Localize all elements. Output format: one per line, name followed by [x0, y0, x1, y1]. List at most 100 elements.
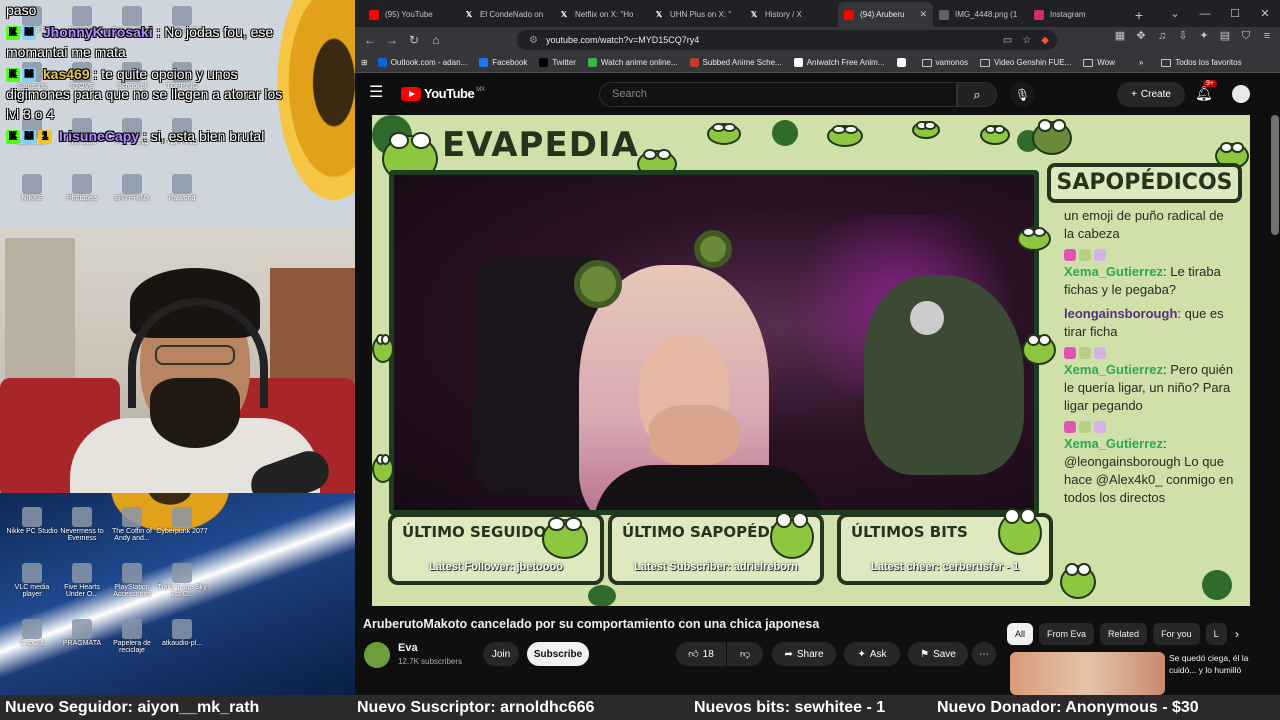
cast-icon[interactable]: ▭: [1003, 35, 1012, 46]
bookmark-item[interactable]: Aniwatch Free Anim...: [793, 58, 885, 67]
minimize-button[interactable]: —: [1190, 0, 1220, 27]
bookmark-item[interactable]: Video Genshin FUE...: [979, 58, 1071, 67]
shield-icon[interactable]: ⛉: [1239, 29, 1253, 43]
pin-icon: [896, 58, 906, 67]
browser-tab[interactable]: 𝕏 El CondeNado on: [458, 2, 553, 27]
back-icon[interactable]: ←: [359, 29, 381, 51]
desktop-shortcut[interactable]: Cyberpunk 2077: [156, 507, 208, 535]
search-input[interactable]: Search: [599, 82, 957, 107]
app-icon: [22, 563, 42, 583]
filter-chip[interactable]: Related: [1100, 623, 1148, 645]
browser-tab[interactable]: (94) Aruberu ✕: [838, 2, 933, 27]
desktop-shortcut[interactable]: Photopea: [56, 174, 108, 202]
browser-tab[interactable]: (95) YouTube: [363, 2, 458, 27]
close-tab-icon[interactable]: ✕: [919, 9, 927, 20]
filter-chip[interactable]: All: [1007, 623, 1034, 645]
sidebar-icon[interactable]: ▤: [1218, 29, 1232, 43]
home-icon[interactable]: ⌂: [425, 29, 447, 51]
create-button[interactable]: + Create: [1117, 82, 1185, 107]
site-info-icon[interactable]: ⚙: [529, 35, 538, 46]
puzzle-icon[interactable]: ✥: [1134, 29, 1148, 43]
close-window-button[interactable]: ✕: [1250, 0, 1280, 27]
tab-search-icon[interactable]: ⌄: [1160, 0, 1190, 27]
browser-tab[interactable]: 𝕏 UHN Plus on X: ": [648, 2, 743, 27]
bookmark-item[interactable]: Subbed Anime Sche...: [689, 58, 782, 67]
bookmark-item[interactable]: Facebook: [479, 58, 527, 67]
new-tab-button[interactable]: +: [1129, 2, 1149, 27]
desktop-shortcut[interactable]: Nikke PC Studio: [6, 507, 58, 535]
bookmark-item[interactable]: [896, 58, 910, 67]
star-icon[interactable]: ☆: [1022, 35, 1031, 46]
dislike-button[interactable]: 👎︎: [727, 642, 763, 666]
search-icon[interactable]: ⌕: [957, 82, 997, 107]
hamburger-menu-icon[interactable]: ☰: [369, 85, 385, 101]
browser-tab[interactable]: Instagram: [1028, 2, 1123, 27]
stream-event-ticker: Nuevo Seguidor: aiyon__mk_rath Nuevo Sus…: [0, 695, 1280, 720]
apps-icon[interactable]: ⊞: [361, 58, 368, 67]
join-button[interactable]: Join: [483, 642, 519, 666]
desktop-shortcut[interactable]: PRAGMATA: [56, 619, 108, 647]
filter-chip[interactable]: From Eva: [1039, 623, 1095, 645]
instagram-icon: [1034, 9, 1044, 20]
notifications-bell-icon[interactable]: 🔔︎ 9+: [1195, 80, 1217, 103]
bookmark-item[interactable]: Wow: [1083, 58, 1115, 67]
app-icon: [172, 563, 192, 583]
video-player[interactable]: EVAPEDIA SAPOPÉDICOS un emoji de puño ra…: [372, 115, 1250, 606]
desktop-shortcut[interactable]: VLC media player: [6, 563, 58, 598]
bookmark-item[interactable]: vamonos: [921, 58, 968, 67]
reload-icon[interactable]: ↻: [403, 29, 425, 51]
bookmark-icon: ⚑: [920, 648, 930, 660]
maximize-button[interactable]: ☐: [1220, 0, 1250, 27]
desktop-shortcut[interactable]: PlayStation Accessories: [106, 563, 158, 598]
desktop-shortcut[interactable]: Nevermess to Evemess: [56, 507, 108, 542]
voice-search-icon[interactable]: 🎙︎: [1010, 82, 1035, 107]
chevron-right-icon[interactable]: ›: [1235, 627, 1239, 641]
save-button[interactable]: ⚑ Save: [908, 642, 968, 666]
share-button[interactable]: ➦ Share: [772, 642, 836, 666]
like-button[interactable]: 👍︎ 18: [676, 642, 726, 666]
bookmark-item[interactable]: Outlook.com - adan...: [377, 58, 467, 67]
recommended-video-title[interactable]: Se quedó ciega, él la cuidó... y lo humi…: [1169, 652, 1273, 676]
desktop-shortcut[interactable]: NIKKE: [6, 174, 58, 202]
desktop-shortcut[interactable]: Trails in the Sky 1st C...: [156, 563, 208, 598]
url-text: youtube.com/watch?v=MYD15CQ7ry4: [545, 35, 700, 45]
desktop-shortcut[interactable]: CapCut: [6, 619, 58, 647]
subscribe-button[interactable]: Subscribe: [527, 642, 589, 666]
filter-chip[interactable]: L: [1205, 623, 1227, 645]
extension-icon[interactable]: ▦: [1113, 29, 1127, 43]
music-icon[interactable]: ♫: [1155, 29, 1169, 43]
desktop-shortcut[interactable]: Palworld: [156, 174, 208, 202]
desktop-shortcut[interactable]: The Coffin of Andy and...: [106, 507, 158, 542]
more-bookmarks-icon[interactable]: »: [1139, 58, 1143, 67]
recommended-video-thumbnail[interactable]: [1010, 652, 1165, 695]
desktop-shortcut[interactable]: SRYPHINX: [106, 174, 158, 202]
all-bookmarks[interactable]: Todos los favoritos: [1161, 58, 1242, 67]
facebook-icon: [479, 58, 489, 67]
browser-tab[interactable]: IMG_4448.png (1: [933, 2, 1028, 27]
address-bar[interactable]: ⚙ youtube.com/watch?v=MYD15CQ7ry4 ▭ ☆ ◆: [517, 30, 1057, 50]
wallet-icon[interactable]: ✦: [1197, 29, 1211, 43]
desktop-shortcut[interactable]: atkaudio-pl...: [156, 619, 208, 647]
desktop-shortcut[interactable]: Papelera de reciclaje: [106, 619, 158, 654]
browser-tab[interactable]: 𝕏 Netflix on X: "Ho: [553, 2, 648, 27]
download-icon[interactable]: ⇩: [1176, 29, 1190, 43]
avatar[interactable]: [1232, 85, 1250, 103]
ask-button[interactable]: ✦ Ask: [844, 642, 900, 666]
more-actions-icon[interactable]: ⋯: [972, 642, 996, 666]
thumbs-down-icon: 👎︎: [739, 649, 751, 660]
page-scrollbar[interactable]: [1271, 115, 1279, 235]
bookmark-item[interactable]: Watch anime online...: [587, 58, 678, 67]
desktop-shortcut-label: Papelera de reciclaje: [113, 640, 151, 654]
youtube-logo[interactable]: YouTube MX: [401, 86, 485, 101]
stream-chat-overlay: paso KM JhonnyKurosaki : No jodas fou, e…: [6, 0, 291, 148]
bookmark-item[interactable]: Twitter: [539, 58, 576, 67]
ticker-item: Nuevos bits: sewhitee - 1: [694, 699, 886, 716]
forward-icon[interactable]: →: [381, 29, 403, 51]
channel-name[interactable]: Eva: [398, 642, 418, 654]
desktop-shortcut[interactable]: Five Hearts Under O...: [56, 563, 108, 598]
brave-shield-icon[interactable]: ◆: [1041, 35, 1049, 46]
menu-icon[interactable]: ≡: [1260, 29, 1274, 43]
channel-avatar[interactable]: [364, 642, 390, 668]
filter-chip[interactable]: For you: [1153, 623, 1200, 645]
browser-tab[interactable]: 𝕏 History / X: [743, 2, 838, 27]
